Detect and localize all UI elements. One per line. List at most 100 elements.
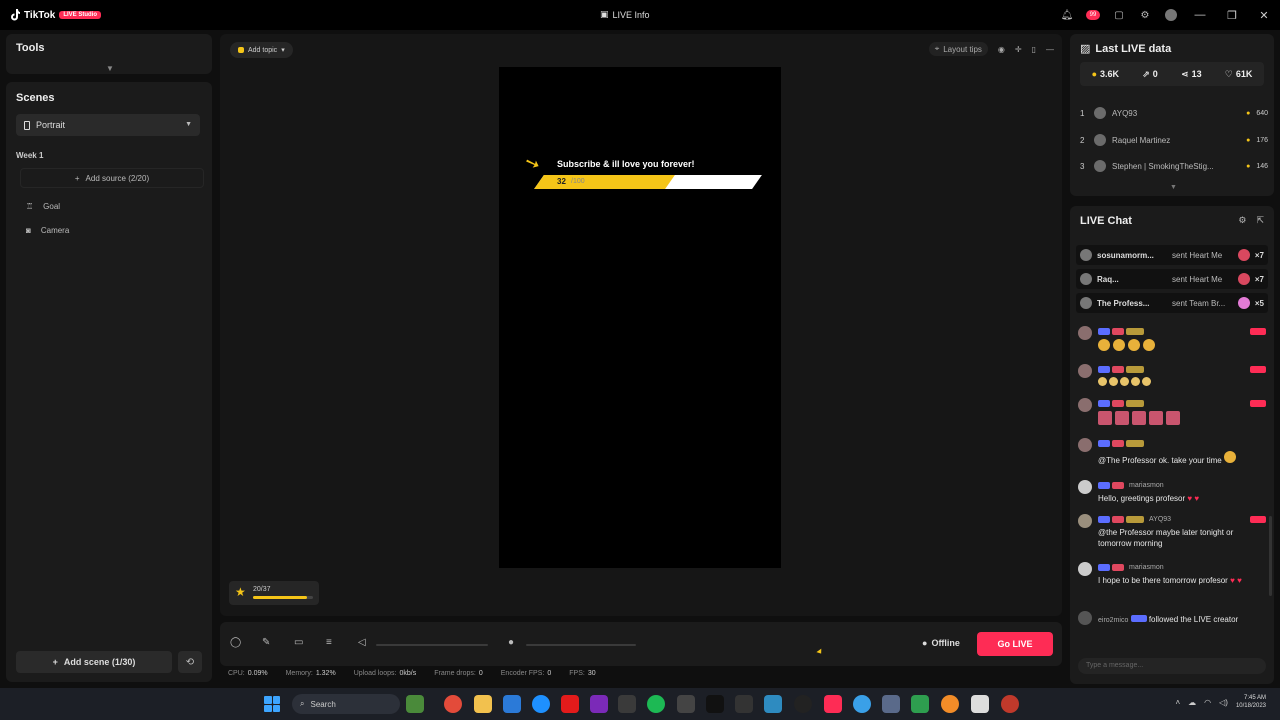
stream-canvas[interactable]: ➘ Subscribe & ill love you forever! 32 /…	[499, 67, 781, 568]
live-info-title[interactable]: ▣ LIVE Info	[600, 9, 650, 20]
taskbar-app-icon[interactable]	[764, 695, 782, 713]
chevron-up-icon[interactable]: ˄	[1175, 698, 1180, 707]
taskbar-app-icon[interactable]	[941, 695, 959, 713]
chrome-icon[interactable]	[444, 695, 462, 713]
stat-encoder-fps: Encoder FPS: 0	[500, 670, 552, 677]
maximize-button[interactable]: ❐	[1216, 0, 1248, 30]
settings-icon[interactable]: ⚙	[1238, 215, 1246, 226]
minimize-button[interactable]: —	[1184, 0, 1216, 30]
expand-chevron-icon[interactable]: ▼	[1170, 184, 1177, 191]
scenes-title: Scenes	[16, 92, 55, 104]
chat-message[interactable]: AYQ93 @the Professor maybe later tonight…	[1078, 514, 1266, 549]
chat-message[interactable]	[1078, 398, 1266, 428]
user-avatar[interactable]	[1158, 0, 1184, 30]
gift-icon[interactable]: ▢	[1106, 0, 1132, 30]
layout-tips-button[interactable]: ⌖ Layout tips	[928, 42, 988, 56]
taskbar-app-icon[interactable]	[406, 695, 424, 713]
ranking-row[interactable]: 1 AYQ93 ● 640	[1080, 104, 1268, 122]
speaker-icon[interactable]: ◁	[358, 637, 366, 648]
gift-team-icon	[1237, 297, 1250, 309]
spotify-icon[interactable]	[647, 695, 665, 713]
arrow-icon: ➘	[521, 151, 543, 176]
taskbar-search[interactable]: ⌕ Search	[292, 694, 400, 714]
add-source-button[interactable]: + Add source (2/20)	[20, 168, 204, 188]
speaker-volume-slider[interactable]	[376, 644, 488, 646]
scene-settings-icon[interactable]: ⟲	[178, 651, 202, 673]
goal-progress-bar	[534, 175, 762, 189]
phone-icon[interactable]: ▯	[1032, 45, 1036, 54]
coin-icon: ●	[1246, 162, 1251, 170]
youtube-icon[interactable]	[561, 695, 579, 713]
coin-icon: ●	[1246, 136, 1251, 144]
emoji-row	[1098, 339, 1266, 354]
crosshair-icon[interactable]: ✛	[1015, 45, 1022, 54]
goal-mini-widget[interactable]: ★ 20/37	[229, 581, 319, 605]
taskbar-app-icon[interactable]	[853, 695, 871, 713]
chat-message[interactable]: @The Professor ok. take your time	[1078, 438, 1266, 466]
taskbar-app-icon[interactable]	[618, 695, 636, 713]
tiktok-live-studio-icon[interactable]	[824, 695, 842, 713]
taskbar-app-icon[interactable]	[735, 695, 753, 713]
chat-scrollbar[interactable]	[1269, 516, 1272, 596]
coin-icon: ●	[1091, 69, 1098, 79]
equalizer-icon[interactable]: ≡	[326, 637, 332, 648]
last-live-title[interactable]: ▨ Last LIVE data	[1080, 42, 1171, 56]
volume-icon[interactable]: ◁)	[1219, 698, 1228, 707]
source-item-camera[interactable]: ◙ Camera	[26, 226, 69, 235]
taskbar-app-icon[interactable]	[503, 695, 521, 713]
chat-message[interactable]: eiro2mico followed the LIVE creator	[1078, 611, 1266, 626]
go-live-button[interactable]: Go LIVE	[977, 632, 1053, 656]
chart-icon: ▨	[1080, 43, 1091, 55]
notification-badge: 99	[1080, 0, 1106, 30]
layout-select[interactable]: Portrait ▼	[16, 114, 200, 136]
preview-panel: Add topic ▾ ⌖ Layout tips ◉ ✛ ▯ — ➘ Subs…	[220, 34, 1062, 616]
expand-chevron-icon[interactable]: ▼	[106, 64, 114, 73]
more-icon[interactable]: —	[1046, 45, 1054, 54]
notification-icon[interactable]: 🔔︎	[1054, 0, 1080, 30]
ranking-row[interactable]: 3 Stephen | SmokingTheStig... ● 146	[1080, 157, 1268, 175]
chat-message[interactable]	[1078, 326, 1266, 354]
eye-icon[interactable]: ◉	[998, 45, 1005, 54]
obs-icon[interactable]	[794, 695, 812, 713]
source-item-goal[interactable]: ♖ Goal	[26, 202, 60, 211]
start-button[interactable]	[264, 696, 280, 712]
taskbar-app-icon[interactable]	[971, 695, 989, 713]
chat-input[interactable]: Type a message...	[1078, 658, 1266, 674]
taskbar-app-icon[interactable]	[677, 695, 695, 713]
tiktok-icon[interactable]	[706, 695, 724, 713]
edit-icon[interactable]: ✎	[262, 637, 270, 648]
mic-volume-slider[interactable]	[526, 644, 636, 646]
file-explorer-icon[interactable]	[474, 695, 492, 713]
tools-panel: Tools ▼	[6, 34, 212, 74]
chat-message[interactable]: mariasmon Hello, greetings profesor ♥ ♥	[1078, 480, 1266, 504]
edge-icon[interactable]	[532, 695, 550, 713]
search-icon: ⌕	[300, 699, 305, 708]
cloud-icon[interactable]: ☁	[1188, 698, 1196, 707]
settings-icon[interactable]: ⚙	[1132, 0, 1158, 30]
system-tray: ˄ ☁ ◠ ◁) 7:45 AM 10/18/2023	[1175, 694, 1266, 710]
settings-icon[interactable]	[882, 695, 900, 713]
gift-heart-icon	[1237, 249, 1250, 261]
excel-icon[interactable]	[911, 695, 929, 713]
pin-icon: ⌖	[934, 44, 940, 53]
ranking-row[interactable]: 2 Raquel Martinez ● 176	[1080, 131, 1268, 149]
chat-message[interactable]: mariasmon I hope to be there tomorrow pr…	[1078, 562, 1266, 586]
record-icon[interactable]: ◯	[230, 637, 241, 648]
chat-message[interactable]	[1078, 364, 1266, 389]
windows-taskbar: ⌕ Search ˄ ☁ ◠ ◁) 7:45 AM 10/18/2023	[0, 688, 1280, 720]
title-bar: TikTok LIVE Studio ▣ LIVE Info 🔔︎ 99 ▢ ⚙…	[0, 0, 1280, 30]
popout-icon[interactable]: ⇱	[1256, 215, 1264, 226]
comment-icon[interactable]: ▭	[294, 637, 303, 648]
add-topic-button[interactable]: Add topic ▾	[230, 42, 293, 58]
avatar	[1078, 611, 1092, 625]
chevron-down-icon: ▾	[281, 47, 285, 54]
taskbar-clock[interactable]: 7:45 AM 10/18/2023	[1236, 694, 1266, 710]
taskbar-app-icon[interactable]	[1001, 695, 1019, 713]
scene-name[interactable]: Week 1	[16, 151, 43, 160]
tiktok-logo-icon	[11, 9, 20, 21]
microphone-icon[interactable]: ●	[508, 637, 514, 648]
add-scene-button[interactable]: + Add scene (1/30)	[16, 651, 172, 673]
wifi-icon[interactable]: ◠	[1204, 698, 1211, 707]
taskbar-app-icon[interactable]	[590, 695, 608, 713]
close-button[interactable]: ✕	[1248, 0, 1280, 30]
